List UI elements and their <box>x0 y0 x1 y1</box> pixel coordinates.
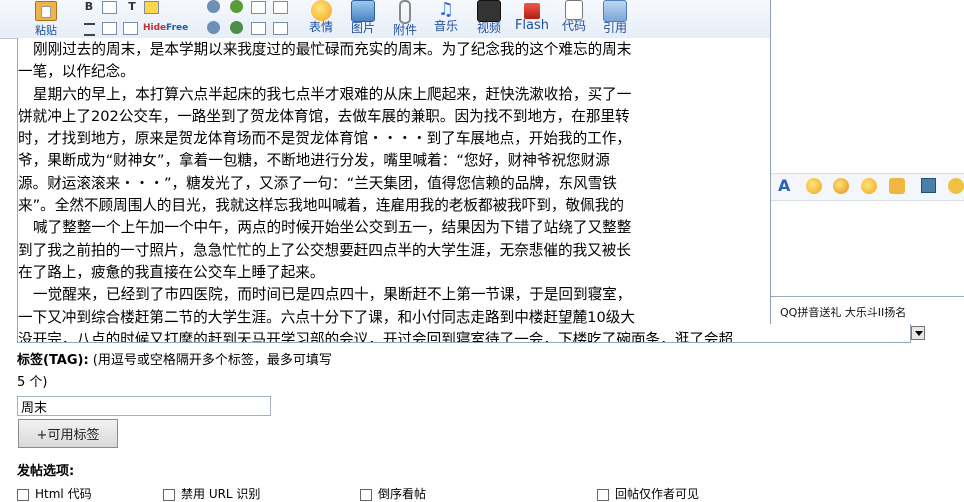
unlink-button[interactable] <box>228 0 244 14</box>
free-button[interactable]: Free <box>166 21 188 35</box>
font-size-button[interactable] <box>101 0 117 14</box>
insert-link-button[interactable] <box>205 21 221 35</box>
insert-page-button[interactable] <box>250 21 266 35</box>
font-a-icon[interactable]: A <box>778 178 794 194</box>
option-label: 禁用 URL 识别 <box>181 487 261 501</box>
flash-label: Flash <box>514 18 550 33</box>
unlink-icon <box>229 0 243 13</box>
gift-icon[interactable] <box>948 178 964 194</box>
quote-button[interactable]: 引用 <box>598 0 632 35</box>
hide-button[interactable]: Hide <box>143 21 166 35</box>
font-button[interactable]: T <box>124 0 140 14</box>
page-icon <box>250 22 266 35</box>
option-label: Html 代码 <box>35 487 92 501</box>
paperclip-icon <box>399 0 411 24</box>
video-button[interactable]: 视频 <box>472 0 506 35</box>
picture-icon <box>351 0 375 22</box>
color-icon <box>143 1 159 14</box>
option-label: 倒序看帖 <box>378 487 427 501</box>
checkbox[interactable] <box>163 488 175 501</box>
list-button[interactable] <box>122 21 138 35</box>
bold-button[interactable]: B <box>81 0 97 14</box>
available-tags-button[interactable]: +可用标签 <box>18 419 118 448</box>
music-note-icon: ♫ <box>437 0 455 20</box>
remove-format-button[interactable] <box>272 21 288 35</box>
picture-icon[interactable] <box>921 178 936 193</box>
flash-icon <box>524 3 540 19</box>
tag-label-title: 标签(TAG): <box>17 353 89 368</box>
panel-footer: QQ拼音送礼 大乐斗II扬名 <box>771 296 964 324</box>
option-disable-url[interactable]: 禁用 URL 识别 <box>163 485 260 502</box>
checkbox[interactable] <box>360 488 372 501</box>
wink-icon[interactable] <box>861 178 877 194</box>
image-label: 图片 <box>350 21 375 35</box>
table-icon <box>101 22 117 35</box>
ime-popup-panel: A QQ拼音送礼 大乐斗II扬名 <box>770 0 964 324</box>
paste-label: 粘贴 <box>35 24 57 37</box>
code-button[interactable]: 代码 <box>557 0 591 33</box>
undo-icon <box>272 1 288 14</box>
font-box-icon <box>101 1 117 14</box>
undo-button[interactable] <box>272 0 288 14</box>
flash-button[interactable]: Flash <box>512 0 552 32</box>
attachment-button[interactable]: 附件 <box>388 0 422 37</box>
tag-hint-continued: 5 个) <box>17 375 48 390</box>
panel-icon-bar: A <box>771 173 964 201</box>
emoticon-label: 表情 <box>308 20 333 34</box>
smiley-icon[interactable] <box>806 178 822 194</box>
align-icon <box>83 23 95 36</box>
option-author-only[interactable]: 回帖仅作者可见 <box>597 485 699 502</box>
video-label: 视频 <box>476 21 501 35</box>
tag-hint: (用逗号或空格隔开多个标签，最多可填写 <box>88 353 332 368</box>
editor-scroll-down-button[interactable] <box>911 326 925 340</box>
emoticon-button[interactable]: 表情 <box>304 0 338 34</box>
list-icon <box>122 22 138 35</box>
play-icon <box>229 21 243 34</box>
editor-toolbar: 粘贴 B T Hide Free 表情 图片 附件 ♫ 音乐 视频 Flash … <box>0 0 770 39</box>
insert-media-button[interactable] <box>228 21 244 35</box>
tag-input[interactable] <box>17 396 271 416</box>
music-label: 音乐 <box>433 19 458 33</box>
editor-line: 没开完，八点的时候又打摩的赶到天马开学习部的会议，开过会回到寝室待了一会，下楼吃… <box>18 330 734 343</box>
code-icon <box>565 0 583 20</box>
paste-button[interactable]: 粘贴 <box>28 0 64 38</box>
grin-icon[interactable] <box>833 178 849 194</box>
post-options-title: 发帖选项: <box>17 464 75 479</box>
option-html-code[interactable]: Html 代码 <box>17 485 92 502</box>
eraser-icon <box>272 22 288 35</box>
attachment-label: 附件 <box>392 23 417 37</box>
tag-label: 标签(TAG): (用逗号或空格隔开多个标签，最多可填写 <box>17 349 332 368</box>
film-icon <box>477 0 501 22</box>
quote-label: 引用 <box>602 21 627 35</box>
option-label: 回帖仅作者可见 <box>615 487 700 501</box>
align-left-button[interactable] <box>81 21 97 36</box>
image-button[interactable]: 图片 <box>346 0 380 35</box>
globe-icon <box>206 21 220 34</box>
music-button[interactable]: ♫ 音乐 <box>429 0 463 33</box>
panel-footer-text[interactable]: QQ拼音送礼 大乐斗II扬名 <box>780 304 906 320</box>
checkbox[interactable] <box>17 488 29 501</box>
clipboard-icon <box>35 1 57 21</box>
thumbs-up-icon[interactable] <box>889 178 905 194</box>
quote-icon <box>603 0 627 22</box>
link-button[interactable] <box>205 0 221 14</box>
code-label: 代码 <box>561 19 586 33</box>
color-button[interactable] <box>143 0 159 14</box>
option-reverse-order[interactable]: 倒序看帖 <box>360 485 426 502</box>
table-button[interactable] <box>101 21 117 35</box>
email-button[interactable] <box>250 0 266 14</box>
email-icon <box>250 1 266 14</box>
smiley-icon <box>310 0 332 21</box>
link-icon <box>206 0 220 13</box>
checkbox[interactable] <box>597 488 609 501</box>
